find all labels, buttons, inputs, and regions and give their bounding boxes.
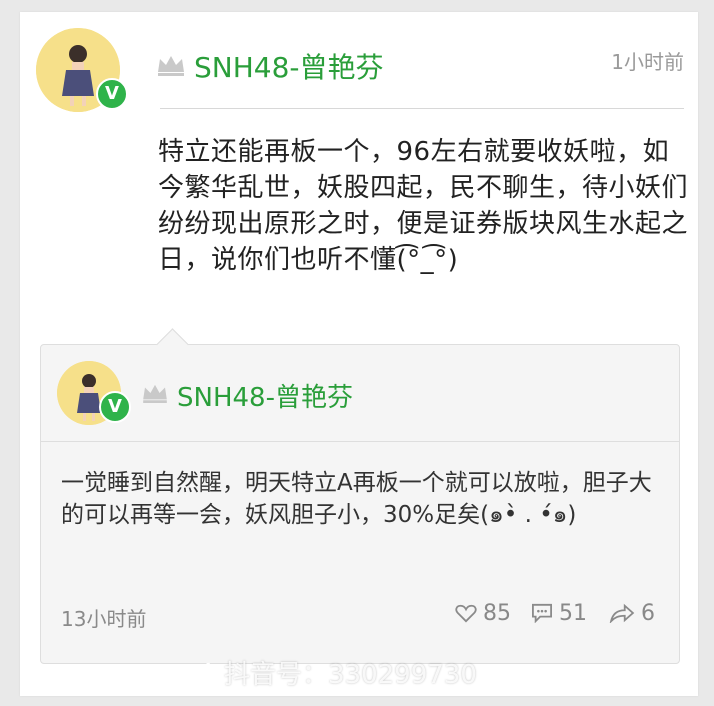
crown-icon bbox=[143, 384, 167, 403]
post-time: 1小时前 bbox=[611, 50, 684, 74]
quote-pointer bbox=[156, 328, 189, 361]
tiktok-logo-icon bbox=[196, 662, 217, 685]
watermark-text: 抖音号：330299730 bbox=[224, 660, 477, 690]
like-button[interactable]: 85 bbox=[455, 601, 511, 626]
heart-icon bbox=[455, 604, 477, 623]
share-count: 6 bbox=[641, 601, 655, 626]
quoted-post[interactable]: V SNH48-曾艳芬 一觉睡到自然醒，明天特立A再板一个就可以放啦，胆子大的可… bbox=[40, 328, 680, 664]
share-button[interactable]: 6 bbox=[609, 601, 655, 626]
quoted-verified-badge: V bbox=[99, 391, 131, 423]
verified-badge: V bbox=[96, 78, 128, 110]
quoted-username[interactable]: SNH48-曾艳芬 bbox=[177, 377, 353, 414]
post-text: 特立还能再板一个，96左右就要收妖啦，如今繁华乱世，妖股四起，民不聊生，待小妖们… bbox=[158, 137, 689, 275]
username[interactable]: SNH48-曾艳芬 bbox=[194, 46, 384, 86]
quoted-time: 13小时前 bbox=[61, 607, 147, 631]
comment-button[interactable]: 51 bbox=[531, 601, 587, 626]
crown-icon bbox=[158, 56, 184, 76]
like-count: 85 bbox=[483, 601, 511, 626]
quoted-text: 一觉睡到自然醒，明天特立A再板一个就可以放啦，胆子大的可以再等一会，妖风胆子小，… bbox=[61, 470, 652, 528]
header-divider bbox=[160, 108, 684, 109]
comment-count: 51 bbox=[559, 601, 587, 626]
share-icon bbox=[609, 603, 635, 625]
comment-icon bbox=[532, 603, 552, 624]
quote-divider bbox=[41, 441, 679, 442]
post-card: V SNH48-曾艳芬 1小时前 特立还能再板一个，96左右就要收妖啦，如今繁华… bbox=[20, 12, 698, 696]
watermark: 抖音号：330299730 bbox=[196, 654, 477, 691]
